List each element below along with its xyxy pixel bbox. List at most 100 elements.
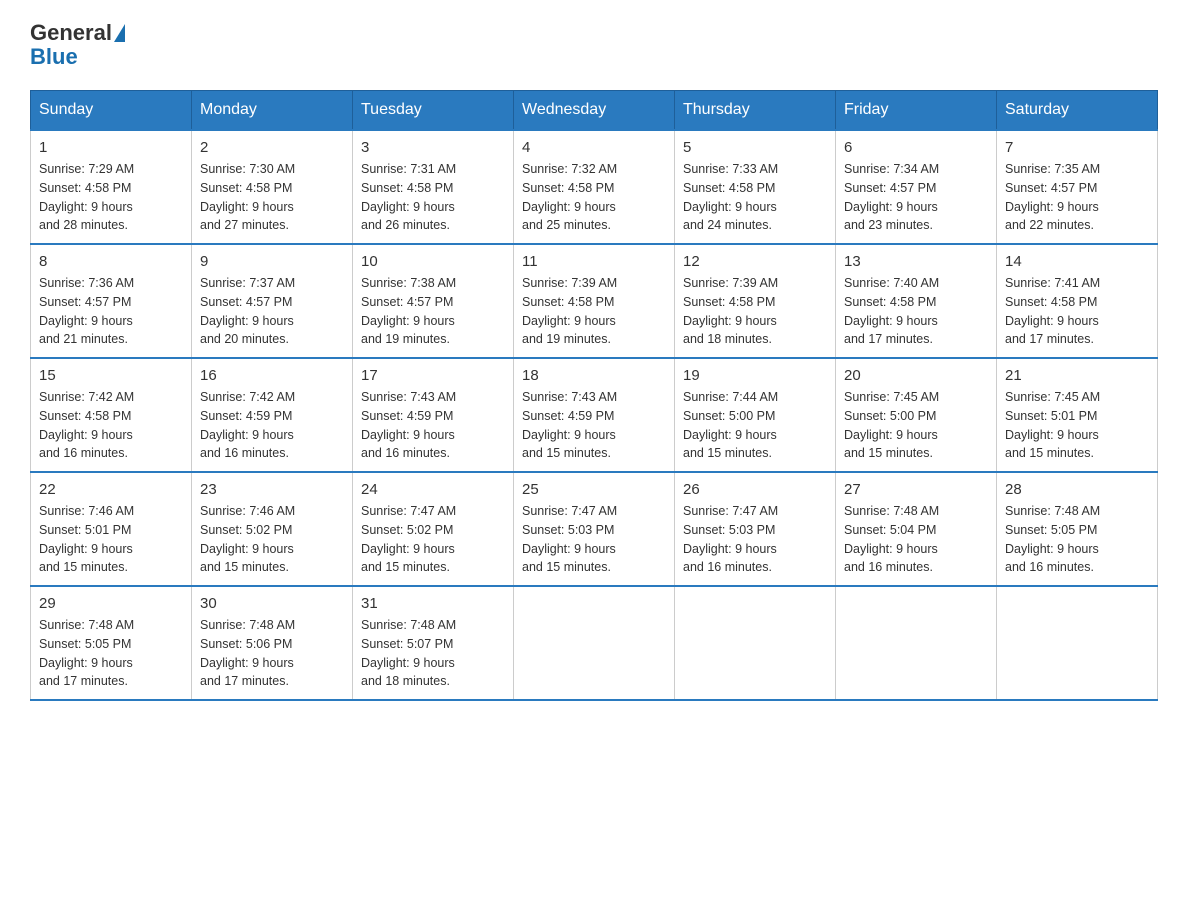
day-info: Sunrise: 7:31 AM Sunset: 4:58 PM Dayligh… [361,160,505,235]
sunrise-label: Sunrise: 7:34 AM [844,162,939,176]
day-number: 8 [39,253,183,270]
calendar-cell: 2 Sunrise: 7:30 AM Sunset: 4:58 PM Dayli… [192,130,353,244]
sunset-label: Sunset: 4:57 PM [361,295,453,309]
calendar-cell: 14 Sunrise: 7:41 AM Sunset: 4:58 PM Dayl… [997,244,1158,358]
day-number: 3 [361,139,505,156]
day-info: Sunrise: 7:46 AM Sunset: 5:02 PM Dayligh… [200,502,344,577]
day-info: Sunrise: 7:48 AM Sunset: 5:04 PM Dayligh… [844,502,988,577]
calendar-cell [997,586,1158,700]
sunset-label: Sunset: 4:58 PM [522,181,614,195]
day-info: Sunrise: 7:48 AM Sunset: 5:06 PM Dayligh… [200,616,344,691]
calendar-table: SundayMondayTuesdayWednesdayThursdayFrid… [30,90,1158,701]
calendar-cell: 21 Sunrise: 7:45 AM Sunset: 5:01 PM Dayl… [997,358,1158,472]
sunrise-label: Sunrise: 7:48 AM [844,504,939,518]
sunset-label: Sunset: 4:57 PM [844,181,936,195]
calendar-cell: 26 Sunrise: 7:47 AM Sunset: 5:03 PM Dayl… [675,472,836,586]
daylight-minutes: and 19 minutes. [522,332,611,346]
daylight-label: Daylight: 9 hours [200,656,294,670]
calendar-cell: 29 Sunrise: 7:48 AM Sunset: 5:05 PM Dayl… [31,586,192,700]
calendar-cell: 13 Sunrise: 7:40 AM Sunset: 4:58 PM Dayl… [836,244,997,358]
daylight-label: Daylight: 9 hours [522,428,616,442]
day-number: 31 [361,595,505,612]
calendar-cell: 27 Sunrise: 7:48 AM Sunset: 5:04 PM Dayl… [836,472,997,586]
calendar-cell: 18 Sunrise: 7:43 AM Sunset: 4:59 PM Dayl… [514,358,675,472]
daylight-minutes: and 16 minutes. [1005,560,1094,574]
sunrise-label: Sunrise: 7:42 AM [200,390,295,404]
day-info: Sunrise: 7:35 AM Sunset: 4:57 PM Dayligh… [1005,160,1149,235]
calendar-cell: 5 Sunrise: 7:33 AM Sunset: 4:58 PM Dayli… [675,130,836,244]
daylight-minutes: and 27 minutes. [200,218,289,232]
day-info: Sunrise: 7:48 AM Sunset: 5:05 PM Dayligh… [39,616,183,691]
logo-general-part: General [30,20,112,46]
calendar-body: 1 Sunrise: 7:29 AM Sunset: 4:58 PM Dayli… [31,130,1158,700]
calendar-cell: 31 Sunrise: 7:48 AM Sunset: 5:07 PM Dayl… [353,586,514,700]
sunset-label: Sunset: 4:58 PM [39,409,131,423]
daylight-minutes: and 15 minutes. [39,560,128,574]
day-info: Sunrise: 7:42 AM Sunset: 4:58 PM Dayligh… [39,388,183,463]
day-number: 5 [683,139,827,156]
sunrise-label: Sunrise: 7:30 AM [200,162,295,176]
sunrise-label: Sunrise: 7:47 AM [361,504,456,518]
sunset-label: Sunset: 4:57 PM [200,295,292,309]
daylight-label: Daylight: 9 hours [361,200,455,214]
calendar-cell: 4 Sunrise: 7:32 AM Sunset: 4:58 PM Dayli… [514,130,675,244]
sunset-label: Sunset: 5:05 PM [1005,523,1097,537]
sunrise-label: Sunrise: 7:45 AM [1005,390,1100,404]
sunrise-label: Sunrise: 7:33 AM [683,162,778,176]
sunset-label: Sunset: 4:58 PM [683,181,775,195]
sunrise-label: Sunrise: 7:47 AM [522,504,617,518]
calendar-header: SundayMondayTuesdayWednesdayThursdayFrid… [31,91,1158,131]
sunrise-label: Sunrise: 7:32 AM [522,162,617,176]
header-sunday: Sunday [31,91,192,131]
daylight-label: Daylight: 9 hours [200,314,294,328]
day-info: Sunrise: 7:40 AM Sunset: 4:58 PM Dayligh… [844,274,988,349]
daylight-label: Daylight: 9 hours [361,656,455,670]
calendar-cell: 28 Sunrise: 7:48 AM Sunset: 5:05 PM Dayl… [997,472,1158,586]
sunrise-label: Sunrise: 7:37 AM [200,276,295,290]
daylight-minutes: and 16 minutes. [844,560,933,574]
calendar-cell: 19 Sunrise: 7:44 AM Sunset: 5:00 PM Dayl… [675,358,836,472]
sunrise-label: Sunrise: 7:48 AM [39,618,134,632]
calendar-cell [836,586,997,700]
day-info: Sunrise: 7:36 AM Sunset: 4:57 PM Dayligh… [39,274,183,349]
calendar-cell: 10 Sunrise: 7:38 AM Sunset: 4:57 PM Dayl… [353,244,514,358]
daylight-minutes: and 16 minutes. [39,446,128,460]
day-number: 19 [683,367,827,384]
daylight-label: Daylight: 9 hours [844,428,938,442]
day-number: 29 [39,595,183,612]
daylight-label: Daylight: 9 hours [200,200,294,214]
day-number: 18 [522,367,666,384]
day-number: 10 [361,253,505,270]
sunset-label: Sunset: 4:58 PM [683,295,775,309]
calendar-cell: 20 Sunrise: 7:45 AM Sunset: 5:00 PM Dayl… [836,358,997,472]
sunset-label: Sunset: 4:57 PM [1005,181,1097,195]
calendar-cell [514,586,675,700]
logo-blue-part: Blue [30,44,78,70]
calendar-week-row: 29 Sunrise: 7:48 AM Sunset: 5:05 PM Dayl… [31,586,1158,700]
sunset-label: Sunset: 5:01 PM [1005,409,1097,423]
daylight-label: Daylight: 9 hours [200,428,294,442]
header-wednesday: Wednesday [514,91,675,131]
calendar-cell: 16 Sunrise: 7:42 AM Sunset: 4:59 PM Dayl… [192,358,353,472]
day-number: 20 [844,367,988,384]
daylight-label: Daylight: 9 hours [683,200,777,214]
day-info: Sunrise: 7:34 AM Sunset: 4:57 PM Dayligh… [844,160,988,235]
calendar-cell: 25 Sunrise: 7:47 AM Sunset: 5:03 PM Dayl… [514,472,675,586]
daylight-label: Daylight: 9 hours [1005,428,1099,442]
daylight-minutes: and 15 minutes. [522,560,611,574]
daylight-label: Daylight: 9 hours [1005,542,1099,556]
day-number: 14 [1005,253,1149,270]
sunset-label: Sunset: 4:58 PM [522,295,614,309]
daylight-minutes: and 15 minutes. [844,446,933,460]
day-info: Sunrise: 7:30 AM Sunset: 4:58 PM Dayligh… [200,160,344,235]
sunrise-label: Sunrise: 7:39 AM [683,276,778,290]
day-number: 17 [361,367,505,384]
header-saturday: Saturday [997,91,1158,131]
day-number: 25 [522,481,666,498]
day-info: Sunrise: 7:48 AM Sunset: 5:05 PM Dayligh… [1005,502,1149,577]
header-row: SundayMondayTuesdayWednesdayThursdayFrid… [31,91,1158,131]
calendar-cell: 17 Sunrise: 7:43 AM Sunset: 4:59 PM Dayl… [353,358,514,472]
calendar-week-row: 1 Sunrise: 7:29 AM Sunset: 4:58 PM Dayli… [31,130,1158,244]
day-info: Sunrise: 7:47 AM Sunset: 5:03 PM Dayligh… [683,502,827,577]
calendar-cell: 30 Sunrise: 7:48 AM Sunset: 5:06 PM Dayl… [192,586,353,700]
